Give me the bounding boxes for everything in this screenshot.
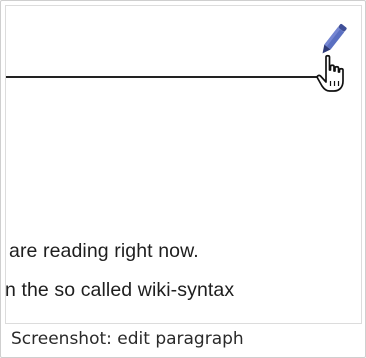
paragraph-text-line: n the so called wiki-syntax	[5, 279, 235, 301]
heading-divider	[6, 76, 318, 78]
image-caption: Screenshot: edit paragraph	[11, 329, 244, 349]
screenshot-image: are reading right now. n the so called w…	[5, 5, 362, 324]
hand-pointer-icon	[316, 54, 344, 92]
image-frame: are reading right now. n the so called w…	[0, 0, 366, 358]
paragraph-text-line: are reading right now.	[9, 240, 199, 262]
